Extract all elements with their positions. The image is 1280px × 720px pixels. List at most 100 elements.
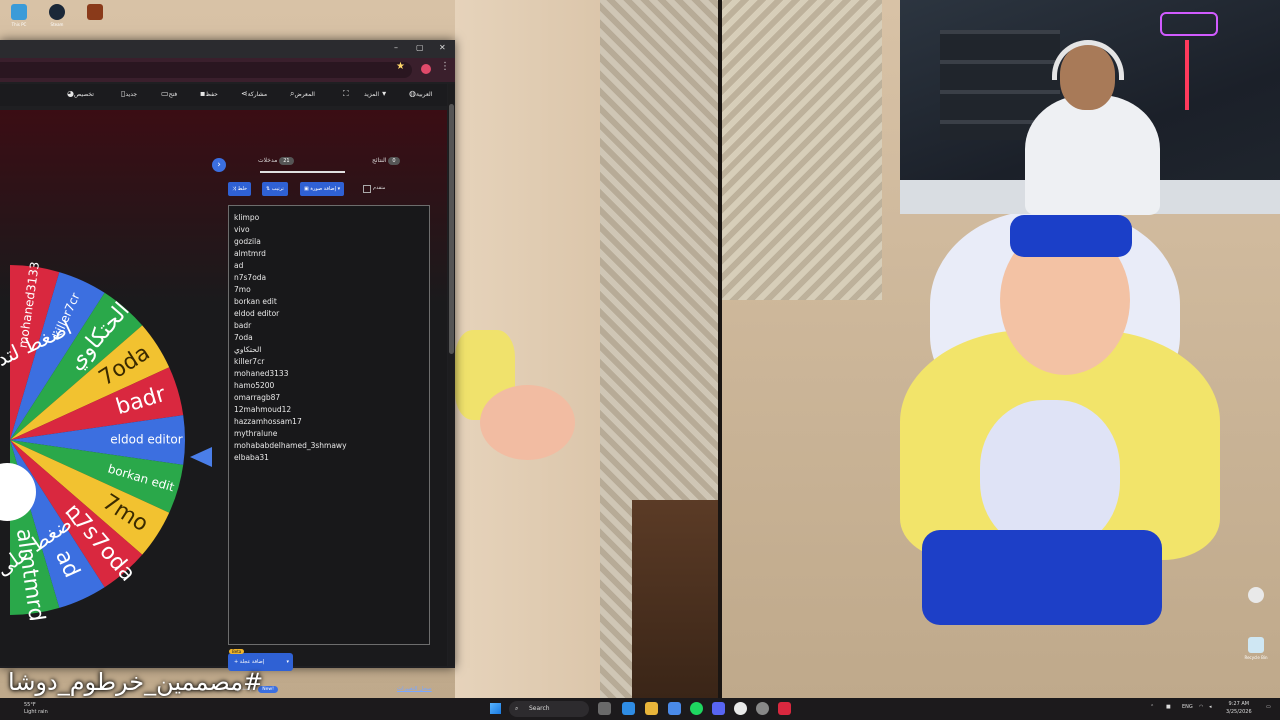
folder-icon: ▭ xyxy=(161,89,169,98)
browser-menu-icon[interactable]: ⋮ xyxy=(440,61,450,72)
language-indicator[interactable]: ENG xyxy=(1182,704,1193,710)
desktop-icon-recycle-bin[interactable]: Recycle Bin xyxy=(1241,637,1271,660)
notification-icon[interactable]: ▭ xyxy=(1266,704,1271,710)
webcam-person xyxy=(1025,95,1160,215)
search-icon: ⌕ xyxy=(515,705,519,712)
entry-line: klimpo xyxy=(234,213,260,222)
palette-icon: ◕ xyxy=(67,89,74,98)
baby-hand xyxy=(480,385,575,460)
chrome-icon xyxy=(1248,587,1264,603)
browser-title-bar: – ▢ ✕ xyxy=(0,40,455,58)
steam-icon xyxy=(49,4,65,20)
toolbar-open[interactable]: ▭فتح xyxy=(158,89,177,98)
tab-results[interactable]: النتائج 0 xyxy=(372,157,403,165)
changelog-link[interactable]: سجل التغييرات xyxy=(397,686,432,692)
entry-line: elbaba31 xyxy=(234,453,269,462)
wheel-toolbar: ◕تخصيص ▯جديد ▭فتح ▪حفظ ⋖مشاركة ⌕المعرض ⛶… xyxy=(0,84,447,106)
tray-app-icon[interactable]: ■ xyxy=(1166,704,1171,710)
toolbar-language[interactable]: ◍العربية xyxy=(406,89,432,98)
toolbar-new[interactable]: ▯جديد xyxy=(118,89,137,98)
taskbar-app-spotify[interactable] xyxy=(690,702,703,715)
spin-wheel[interactable]: mohaned3133 killer7cr الحتكاوي 7oda badr eldo… xyxy=(0,260,190,623)
maximize-icon[interactable]: ▢ xyxy=(416,43,424,52)
recycle-bin-icon xyxy=(1248,637,1264,653)
taskbar-app-chrome[interactable] xyxy=(734,702,747,715)
share-icon: ⋖ xyxy=(241,89,248,98)
entry-line: killer7cr xyxy=(234,357,265,366)
webcam-led-light xyxy=(1185,40,1189,110)
fullscreen-icon[interactable]: ⛶ xyxy=(340,89,349,99)
entry-line: omarragb87 xyxy=(234,393,281,402)
page-scrollbar[interactable] xyxy=(448,84,455,666)
toolbar-more[interactable]: المزيد ▾ xyxy=(364,89,386,98)
taskbar-search[interactable]: ⌕ Search xyxy=(509,701,589,717)
entry-line: badr xyxy=(234,321,252,330)
chevron-down-icon: ▾ xyxy=(336,186,341,192)
entry-line: hamo5200 xyxy=(234,381,275,390)
wheel-graphic[interactable]: mohaned3133 killer7crالحتكاوي7odabadreldo… xyxy=(0,260,190,623)
entry-line: 7oda xyxy=(234,333,253,342)
collapse-panel-icon[interactable]: › xyxy=(212,158,226,172)
wallpaper-wicker-right xyxy=(722,0,882,300)
desktop-icon-app[interactable] xyxy=(80,4,110,22)
taskbar-app-other[interactable] xyxy=(778,702,791,715)
entry-line: 7mo xyxy=(234,285,251,294)
entries-panel: › مدخلات 21 النتائج 0 ⤨ خلط ⇅ ترتيب ▣ إض… xyxy=(212,153,438,703)
volume-icon[interactable]: ◂ xyxy=(1209,704,1212,710)
wallpaper-floor xyxy=(632,500,718,698)
browser-window: – ▢ ✕ ★ ⋮ ◕تخصيص ▯جديد ▭فتح ▪حفظ ⋖مشاركة… xyxy=(0,40,455,693)
desktop-icon-steam[interactable]: Steam xyxy=(42,4,72,27)
wheel-segment-label: eldod editor xyxy=(110,433,182,447)
hashtag-overlay: #مصممين_خرطوم_دوشا xyxy=(8,668,264,696)
sort-button[interactable]: ⇅ ترتيب xyxy=(262,182,288,196)
desktop-icon-chrome[interactable] xyxy=(1241,587,1271,605)
weather-widget[interactable]: 55°F Light rain xyxy=(24,702,48,716)
baby-sunglasses xyxy=(1010,215,1132,257)
baby-shorts xyxy=(922,530,1162,625)
entry-line: vivo xyxy=(234,225,250,234)
add-image-button[interactable]: ▣ إضافة صورة ▾ xyxy=(300,182,345,196)
app-icon xyxy=(87,4,103,20)
wifi-icon[interactable]: ◠ xyxy=(1199,704,1203,710)
entry-line: n7s7oda xyxy=(234,273,267,282)
system-clock[interactable]: 9:27 AM 3/25/2026 xyxy=(1226,700,1252,716)
windows-start-icon[interactable] xyxy=(490,703,501,714)
wheel-pointer-arrow xyxy=(190,447,212,467)
bookmark-star-icon[interactable]: ★ xyxy=(396,61,405,72)
entry-line: الحتكاوي xyxy=(234,345,262,354)
entry-line: almtmrd xyxy=(234,249,266,258)
beta-badge: Beta xyxy=(229,649,245,654)
taskbar-app-obs[interactable] xyxy=(756,702,769,715)
profile-avatar[interactable] xyxy=(421,64,431,74)
tray-chevron-icon[interactable]: ⌃ xyxy=(1150,704,1154,710)
tab-entries[interactable]: مدخلات 21 xyxy=(258,157,297,165)
taskbar-app-edge[interactable] xyxy=(622,702,635,715)
taskbar-app-discord[interactable] xyxy=(712,702,725,715)
webcam-neon-logo xyxy=(1160,12,1218,36)
entry-line: mythralune xyxy=(234,429,278,438)
minimize-icon[interactable]: – xyxy=(394,43,398,52)
entry-line: eldod editor xyxy=(234,309,280,318)
address-bar-row: ★ ⋮ xyxy=(0,58,455,82)
toolbar-gallery[interactable]: ⌕المعرض xyxy=(287,89,315,99)
active-tab-underline xyxy=(260,171,345,173)
advanced-checkbox[interactable] xyxy=(363,185,371,193)
desktop-icon-this-pc[interactable]: This PC xyxy=(4,4,34,27)
shuffle-button[interactable]: ⤨ خلط xyxy=(228,182,252,196)
close-icon[interactable]: ✕ xyxy=(439,43,446,52)
taskbar-app-widgets[interactable] xyxy=(598,702,611,715)
toolbar-customize[interactable]: ◕تخصيص xyxy=(64,89,94,98)
taskbar: 55°F Light rain ⌕ Search ⌃ ■ ENG ◠ ◂ 9:2… xyxy=(0,698,1280,720)
address-bar[interactable] xyxy=(0,62,412,78)
chevron-down-icon: ▾ xyxy=(286,659,289,665)
toolbar-save[interactable]: ▪حفظ xyxy=(197,89,218,98)
computer-icon xyxy=(11,4,27,20)
scrollbar-thumb[interactable] xyxy=(449,104,454,354)
entries-textarea[interactable]: klimpo vivo godzila almtmrd ad n7s7oda 7mo bork… xyxy=(228,205,430,645)
taskbar-app-store[interactable] xyxy=(668,702,681,715)
entry-line: mohaned3133 xyxy=(234,369,289,378)
entry-line: borkan edit xyxy=(234,297,277,306)
taskbar-app-file-explorer[interactable] xyxy=(645,702,658,715)
entries-count-badge: 21 xyxy=(279,157,294,165)
toolbar-share[interactable]: ⋖مشاركة xyxy=(238,89,267,98)
